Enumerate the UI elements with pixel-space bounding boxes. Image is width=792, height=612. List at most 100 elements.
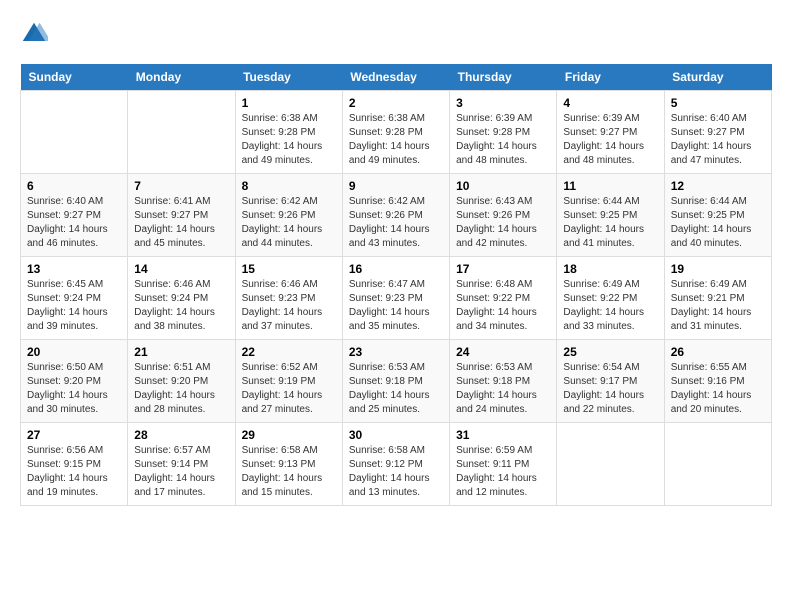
day-number: 2 [349, 96, 443, 110]
day-number: 9 [349, 179, 443, 193]
calendar-cell: 11 Sunrise: 6:44 AMSunset: 9:25 PMDayligh… [557, 174, 664, 257]
cell-content: Sunrise: 6:58 AMSunset: 9:13 PMDaylight:… [242, 444, 336, 500]
day-number: 30 [349, 428, 443, 442]
cell-content: Sunrise: 6:47 AMSunset: 9:23 PMDaylight:… [349, 278, 443, 334]
cell-content: Sunrise: 6:53 AMSunset: 9:18 PMDaylight:… [349, 361, 443, 417]
day-number: 5 [671, 96, 765, 110]
calendar-week-row: 27 Sunrise: 6:56 AMSunset: 9:15 PMDayligh… [21, 423, 772, 506]
cell-content: Sunrise: 6:42 AMSunset: 9:26 PMDaylight:… [349, 195, 443, 251]
calendar-cell: 2 Sunrise: 6:38 AMSunset: 9:28 PMDaylight… [342, 91, 449, 174]
calendar-week-row: 20Sunrise: 6:50 AMSunset: 9:20 PMDayligh… [21, 340, 772, 423]
calendar-cell: 4Sunrise: 6:39 AMSunset: 9:27 PMDaylight… [557, 91, 664, 174]
cell-content: Sunrise: 6:41 AMSunset: 9:27 PMDaylight:… [134, 195, 228, 251]
cell-content: Sunrise: 6:44 AMSunset: 9:25 PMDaylight:… [563, 195, 657, 251]
cell-content: Sunrise: 6:44 AMSunset: 9:25 PMDaylight:… [671, 195, 765, 251]
calendar-week-row: 1 Sunrise: 6:38 AMSunset: 9:28 PMDaylight… [21, 91, 772, 174]
cell-content: Sunrise: 6:38 AMSunset: 9:28 PMDaylight:… [242, 112, 336, 168]
day-number: 19 [671, 262, 765, 276]
cell-content: Sunrise: 6:40 AMSunset: 9:27 PMDaylight:… [671, 112, 765, 168]
cell-content: Sunrise: 6:38 AMSunset: 9:28 PMDaylight:… [349, 112, 443, 168]
day-number: 13 [27, 262, 121, 276]
day-number: 16 [349, 262, 443, 276]
cell-content: Sunrise: 6:54 AMSunset: 9:17 PMDaylight:… [563, 361, 657, 417]
cell-content: Sunrise: 6:45 AMSunset: 9:24 PMDaylight:… [27, 278, 121, 334]
cell-content: Sunrise: 6:49 AMSunset: 9:21 PMDaylight:… [671, 278, 765, 334]
calendar-cell: 16 Sunrise: 6:47 AMSunset: 9:23 PMDayligh… [342, 257, 449, 340]
cell-content: Sunrise: 6:49 AMSunset: 9:22 PMDaylight:… [563, 278, 657, 334]
calendar-week-row: 6 Sunrise: 6:40 AMSunset: 9:27 PMDaylight… [21, 174, 772, 257]
day-number: 21 [134, 345, 228, 359]
calendar-cell: 24 Sunrise: 6:53 AMSunset: 9:18 PMDayligh… [450, 340, 557, 423]
calendar-cell: 18 Sunrise: 6:49 AMSunset: 9:22 PMDayligh… [557, 257, 664, 340]
calendar-cell: 17 Sunrise: 6:48 AMSunset: 9:22 PMDayligh… [450, 257, 557, 340]
calendar-cell: 23 Sunrise: 6:53 AMSunset: 9:18 PMDayligh… [342, 340, 449, 423]
calendar-cell: 19 Sunrise: 6:49 AMSunset: 9:21 PMDayligh… [664, 257, 771, 340]
cell-content: Sunrise: 6:55 AMSunset: 9:16 PMDaylight:… [671, 361, 765, 417]
calendar-cell: 9 Sunrise: 6:42 AMSunset: 9:26 PMDaylight… [342, 174, 449, 257]
day-number: 14 [134, 262, 228, 276]
calendar-cell: 28 Sunrise: 6:57 AMSunset: 9:14 PMDayligh… [128, 423, 235, 506]
calendar-cell: 26 Sunrise: 6:55 AMSunset: 9:16 PMDayligh… [664, 340, 771, 423]
cell-content: Sunrise: 6:58 AMSunset: 9:12 PMDaylight:… [349, 444, 443, 500]
cell-content: Sunrise: 6:46 AMSunset: 9:24 PMDaylight:… [134, 278, 228, 334]
page-header [20, 20, 772, 48]
calendar-cell: 31 Sunrise: 6:59 AMSunset: 9:11 PMDayligh… [450, 423, 557, 506]
day-number: 11 [563, 179, 657, 193]
calendar-cell: 12 Sunrise: 6:44 AMSunset: 9:25 PMDayligh… [664, 174, 771, 257]
cell-content: Sunrise: 6:43 AMSunset: 9:26 PMDaylight:… [456, 195, 550, 251]
logo [20, 20, 52, 48]
calendar-cell: 15 Sunrise: 6:46 AMSunset: 9:23 PMDayligh… [235, 257, 342, 340]
weekday-header-row: SundayMondayTuesdayWednesdayThursdayFrid… [21, 64, 772, 91]
day-number: 23 [349, 345, 443, 359]
calendar-cell: 10 Sunrise: 6:43 AMSunset: 9:26 PMDayligh… [450, 174, 557, 257]
cell-content: Sunrise: 6:52 AMSunset: 9:19 PMDaylight:… [242, 361, 336, 417]
weekday-header-tuesday: Tuesday [235, 64, 342, 91]
calendar-cell: 21Sunrise: 6:51 AMSunset: 9:20 PMDayligh… [128, 340, 235, 423]
day-number: 18 [563, 262, 657, 276]
day-number: 15 [242, 262, 336, 276]
logo-icon [20, 20, 48, 48]
calendar-cell: 27 Sunrise: 6:56 AMSunset: 9:15 PMDayligh… [21, 423, 128, 506]
calendar-cell: 3Sunrise: 6:39 AMSunset: 9:28 PMDaylight… [450, 91, 557, 174]
weekday-header-friday: Friday [557, 64, 664, 91]
cell-content: Sunrise: 6:53 AMSunset: 9:18 PMDaylight:… [456, 361, 550, 417]
day-number: 24 [456, 345, 550, 359]
calendar-cell: 6 Sunrise: 6:40 AMSunset: 9:27 PMDaylight… [21, 174, 128, 257]
calendar-cell [21, 91, 128, 174]
calendar-cell: 5 Sunrise: 6:40 AMSunset: 9:27 PMDaylight… [664, 91, 771, 174]
day-number: 8 [242, 179, 336, 193]
day-number: 27 [27, 428, 121, 442]
cell-content: Sunrise: 6:39 AMSunset: 9:28 PMDaylight:… [456, 112, 550, 168]
day-number: 31 [456, 428, 550, 442]
calendar-cell: 13 Sunrise: 6:45 AMSunset: 9:24 PMDayligh… [21, 257, 128, 340]
day-number: 26 [671, 345, 765, 359]
cell-content: Sunrise: 6:46 AMSunset: 9:23 PMDaylight:… [242, 278, 336, 334]
calendar-cell: 20Sunrise: 6:50 AMSunset: 9:20 PMDayligh… [21, 340, 128, 423]
calendar-cell: 8 Sunrise: 6:42 AMSunset: 9:26 PMDaylight… [235, 174, 342, 257]
calendar-week-row: 13 Sunrise: 6:45 AMSunset: 9:24 PMDayligh… [21, 257, 772, 340]
calendar-cell [664, 423, 771, 506]
day-number: 6 [27, 179, 121, 193]
day-number: 12 [671, 179, 765, 193]
cell-content: Sunrise: 6:59 AMSunset: 9:11 PMDaylight:… [456, 444, 550, 500]
cell-content: Sunrise: 6:57 AMSunset: 9:14 PMDaylight:… [134, 444, 228, 500]
cell-content: Sunrise: 6:48 AMSunset: 9:22 PMDaylight:… [456, 278, 550, 334]
weekday-header-monday: Monday [128, 64, 235, 91]
day-number: 1 [242, 96, 336, 110]
calendar-cell: 1 Sunrise: 6:38 AMSunset: 9:28 PMDaylight… [235, 91, 342, 174]
day-number: 29 [242, 428, 336, 442]
calendar-cell: 7Sunrise: 6:41 AMSunset: 9:27 PMDaylight… [128, 174, 235, 257]
calendar-cell: 30 Sunrise: 6:58 AMSunset: 9:12 PMDayligh… [342, 423, 449, 506]
day-number: 28 [134, 428, 228, 442]
day-number: 25 [563, 345, 657, 359]
calendar-table: SundayMondayTuesdayWednesdayThursdayFrid… [20, 64, 772, 506]
cell-content: Sunrise: 6:40 AMSunset: 9:27 PMDaylight:… [27, 195, 121, 251]
cell-content: Sunrise: 6:42 AMSunset: 9:26 PMDaylight:… [242, 195, 336, 251]
weekday-header-saturday: Saturday [664, 64, 771, 91]
cell-content: Sunrise: 6:56 AMSunset: 9:15 PMDaylight:… [27, 444, 121, 500]
day-number: 10 [456, 179, 550, 193]
calendar-cell [557, 423, 664, 506]
weekday-header-sunday: Sunday [21, 64, 128, 91]
calendar-cell: 14 Sunrise: 6:46 AMSunset: 9:24 PMDayligh… [128, 257, 235, 340]
day-number: 17 [456, 262, 550, 276]
